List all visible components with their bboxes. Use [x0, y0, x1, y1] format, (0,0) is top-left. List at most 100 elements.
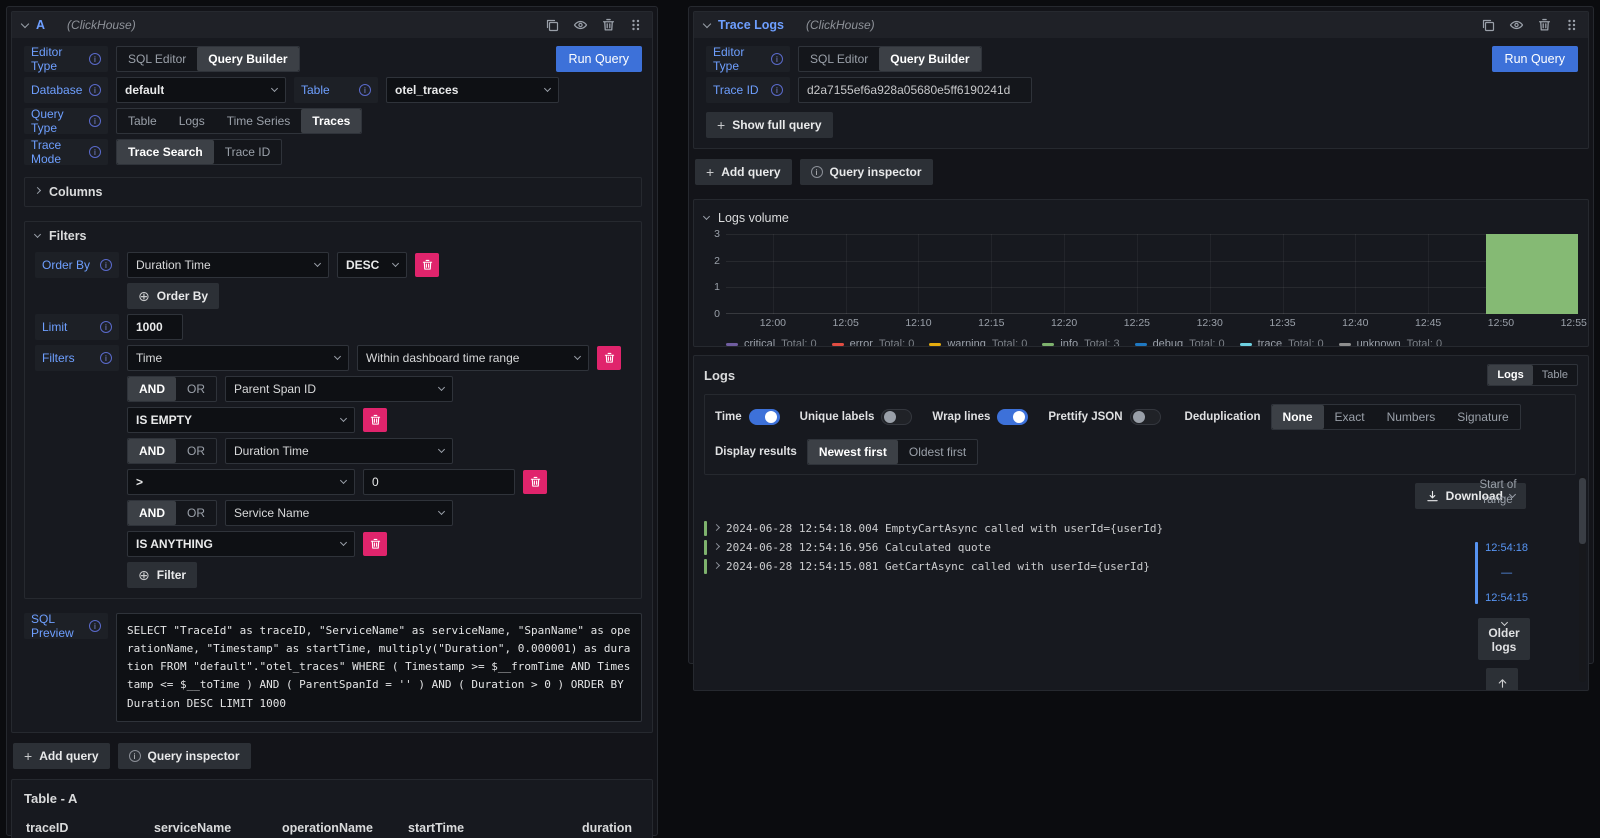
- dedup-none-option[interactable]: None: [1272, 405, 1324, 429]
- hide-response-eye-icon[interactable]: [573, 18, 588, 32]
- hide-response-eye-icon[interactable]: [1509, 18, 1524, 32]
- info-icon[interactable]: i: [100, 352, 112, 364]
- or-option[interactable]: OR: [176, 377, 216, 401]
- dedup-numbers-option[interactable]: Numbers: [1376, 405, 1447, 429]
- logs-scrollbar-thumb[interactable]: [1579, 478, 1586, 544]
- info-icon[interactable]: i: [89, 146, 101, 158]
- query-type-timeseries[interactable]: Time Series: [216, 109, 302, 133]
- remove-order-by-button[interactable]: [415, 253, 439, 277]
- dedup-signature-option[interactable]: Signature: [1446, 405, 1519, 429]
- oldest-first-option[interactable]: Oldest first: [898, 440, 977, 464]
- condition-field-select[interactable]: Parent Span ID: [225, 376, 453, 402]
- sql-editor-option[interactable]: SQL Editor: [117, 47, 197, 71]
- info-icon[interactable]: i: [89, 115, 101, 127]
- info-icon[interactable]: i: [89, 620, 101, 632]
- dedup-exact-option[interactable]: Exact: [1324, 405, 1376, 429]
- drag-handle-icon[interactable]: [1565, 18, 1578, 32]
- unique-labels-toggle[interactable]: [881, 409, 912, 425]
- col-header-traceid[interactable]: traceID: [24, 816, 152, 838]
- remove-query-trash-icon[interactable]: [1538, 18, 1551, 32]
- log-row[interactable]: 2024-06-28 12:54:16.956 Calculated quote: [704, 538, 1418, 557]
- duplicate-query-icon[interactable]: [1481, 18, 1495, 32]
- remove-query-trash-icon[interactable]: [602, 18, 615, 32]
- legend-item-trace[interactable]: traceTotal: 0: [1240, 338, 1324, 347]
- info-icon[interactable]: i: [771, 53, 783, 65]
- logs-volume-header[interactable]: Logs volume: [704, 206, 1578, 230]
- legend-item-unknown[interactable]: unknownTotal: 0: [1339, 338, 1443, 347]
- wrap-lines-toggle[interactable]: [997, 409, 1028, 425]
- scroll-to-top-button[interactable]: [1486, 668, 1518, 691]
- time-toggle[interactable]: [749, 409, 780, 425]
- trace-id-option[interactable]: Trace ID: [214, 140, 282, 164]
- info-icon[interactable]: i: [100, 321, 112, 333]
- log-row[interactable]: 2024-06-28 12:54:15.081 GetCartAsync cal…: [704, 557, 1418, 576]
- duplicate-query-icon[interactable]: [545, 18, 559, 32]
- collapse-chevron-icon[interactable]: [21, 19, 29, 27]
- remove-condition-button[interactable]: [363, 532, 387, 556]
- order-direction-select[interactable]: DESC: [337, 252, 407, 278]
- legend-item-error[interactable]: errorTotal: 0: [832, 338, 915, 347]
- filter-operator-select[interactable]: Within dashboard time range: [357, 345, 589, 371]
- add-order-by-button[interactable]: ⊕Order By: [127, 283, 219, 309]
- query-type-logs[interactable]: Logs: [168, 109, 216, 133]
- filters-section-header[interactable]: Filters: [25, 222, 641, 250]
- col-header-starttime[interactable]: startTime: [406, 816, 558, 838]
- add-query-button[interactable]: +Add query: [13, 743, 110, 769]
- add-filter-button[interactable]: ⊕Filter: [127, 562, 197, 588]
- or-option[interactable]: OR: [176, 501, 216, 525]
- trace-id-input[interactable]: d2a7155ef6a928a05680e5ff6190241d: [798, 77, 1032, 103]
- remove-filter-button[interactable]: [597, 346, 621, 370]
- add-query-button[interactable]: +Add query: [695, 159, 792, 185]
- remove-condition-button[interactable]: [523, 470, 547, 494]
- older-logs-button[interactable]: Older logs: [1478, 618, 1530, 660]
- newest-first-option[interactable]: Newest first: [808, 440, 898, 464]
- legend-item-debug[interactable]: debugTotal: 0: [1135, 338, 1225, 347]
- col-header-operationname[interactable]: operationName: [280, 816, 406, 838]
- table-view-option[interactable]: Table: [1533, 365, 1577, 385]
- drag-handle-icon[interactable]: [629, 18, 642, 32]
- and-option[interactable]: AND: [128, 439, 176, 463]
- condition-operator-select[interactable]: IS ANYTHING: [127, 531, 355, 557]
- condition-field-select[interactable]: Service Name: [225, 500, 453, 526]
- col-header-servicename[interactable]: serviceName: [152, 816, 280, 838]
- legend-item-critical[interactable]: criticalTotal: 0: [726, 338, 817, 347]
- col-header-duration[interactable]: duration: [558, 816, 640, 838]
- logs-view-option[interactable]: Logs: [1488, 365, 1532, 385]
- limit-input[interactable]: 1000: [127, 314, 183, 340]
- condition-value-input[interactable]: 0: [363, 469, 515, 495]
- order-by-field-select[interactable]: Duration Time: [127, 252, 329, 278]
- info-icon[interactable]: i: [89, 53, 101, 65]
- query-type-traces[interactable]: Traces: [301, 109, 361, 133]
- log-row[interactable]: 2024-06-28 12:54:18.004 EmptyCartAsync c…: [704, 519, 1418, 538]
- legend-item-info[interactable]: infoTotal: 3: [1042, 338, 1119, 347]
- columns-section-header[interactable]: Columns: [25, 178, 641, 206]
- run-query-button[interactable]: Run Query: [556, 46, 642, 72]
- prettify-json-toggle[interactable]: [1130, 409, 1161, 425]
- info-icon[interactable]: i: [359, 84, 371, 96]
- database-select[interactable]: default: [116, 77, 286, 103]
- remove-condition-button[interactable]: [363, 408, 387, 432]
- query-builder-option[interactable]: Query Builder: [879, 47, 980, 71]
- sql-editor-option[interactable]: SQL Editor: [799, 47, 879, 71]
- query-inspector-button[interactable]: iQuery inspector: [800, 159, 933, 185]
- query-type-table[interactable]: Table: [117, 109, 168, 133]
- query-builder-option[interactable]: Query Builder: [197, 47, 298, 71]
- log-time-range-indicator[interactable]: 12:54:18 — 12:54:15: [1475, 542, 1528, 604]
- run-query-button[interactable]: Run Query: [1492, 46, 1578, 72]
- trace-search-option[interactable]: Trace Search: [117, 140, 214, 164]
- condition-operator-select[interactable]: >: [127, 469, 355, 495]
- info-icon[interactable]: i: [100, 259, 112, 271]
- condition-operator-select[interactable]: IS EMPTY: [127, 407, 355, 433]
- collapse-chevron-icon[interactable]: [703, 19, 711, 27]
- condition-field-select[interactable]: Duration Time: [225, 438, 453, 464]
- and-option[interactable]: AND: [128, 377, 176, 401]
- and-option[interactable]: AND: [128, 501, 176, 525]
- info-icon[interactable]: i: [89, 84, 101, 96]
- info-icon[interactable]: i: [771, 84, 783, 96]
- show-full-query-button[interactable]: +Show full query: [706, 112, 833, 138]
- query-inspector-button[interactable]: iQuery inspector: [118, 743, 251, 769]
- legend-item-warning[interactable]: warningTotal: 0: [929, 338, 1027, 347]
- table-select[interactable]: otel_traces: [386, 77, 559, 103]
- or-option[interactable]: OR: [176, 439, 216, 463]
- filter-field-select[interactable]: Time: [127, 345, 349, 371]
